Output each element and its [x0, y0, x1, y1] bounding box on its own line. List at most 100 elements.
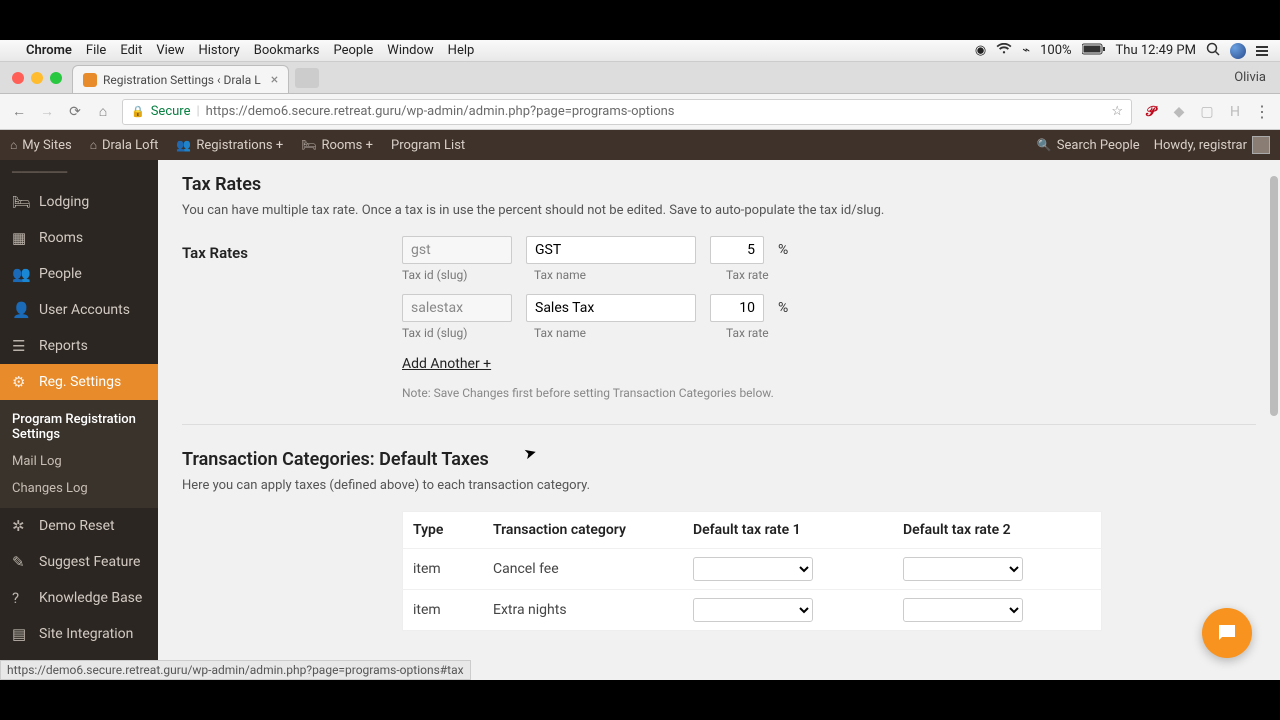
th-default-tax-1: Default tax rate 1 [693, 522, 903, 538]
rate-sublabel: Tax rate [726, 326, 788, 340]
sidebar-item-demo-reset[interactable]: ✲Demo Reset [0, 508, 158, 544]
chat-icon [1215, 621, 1239, 645]
name-sublabel: Tax name [534, 268, 712, 282]
lock-icon: 🔒 [131, 105, 145, 118]
browser-status-bar: https://demo6.secure.retreat.guru/wp-adm… [0, 660, 471, 680]
user-menulet-icon[interactable] [1230, 43, 1246, 59]
menu-window[interactable]: Window [387, 43, 433, 58]
menu-bookmarks[interactable]: Bookmarks [254, 43, 320, 58]
menu-help[interactable]: Help [448, 43, 475, 58]
tax-rates-heading: Tax Rates [182, 174, 1256, 195]
menu-file[interactable]: File [86, 43, 106, 58]
forward-button[interactable]: → [38, 103, 56, 120]
sidebar-item-truncated[interactable]: ────── [0, 160, 158, 184]
tax-name-input[interactable] [526, 294, 696, 322]
bed-icon: 🛏 [12, 193, 30, 211]
sidebar-item-rooms[interactable]: ▦Rooms [0, 220, 158, 256]
minimize-window-button[interactable] [31, 72, 43, 84]
sidebar-item-suggest-feature[interactable]: ✎Suggest Feature [0, 544, 158, 580]
cell-type: item [413, 561, 493, 577]
sidebar-item-people[interactable]: 👥People [0, 256, 158, 292]
divider [182, 424, 1256, 425]
battery-icon [1082, 43, 1106, 59]
browser-tab[interactable]: Registration Settings ‹ Drala L × [72, 65, 289, 93]
home-icon: ⌂ [10, 138, 17, 152]
screen-record-icon[interactable]: ◉ [975, 43, 986, 58]
menu-history[interactable]: History [198, 43, 239, 58]
my-sites-menu[interactable]: ⌂My Sites [10, 138, 72, 153]
menu-view[interactable]: View [156, 43, 184, 58]
extension-icon-3[interactable]: H [1226, 103, 1244, 121]
sidebar-sub-mail-log[interactable]: Mail Log [0, 448, 158, 475]
sidebar-item-knowledge-base[interactable]: ?Knowledge Base [0, 580, 158, 616]
tab-title: Registration Settings ‹ Drala L [103, 73, 261, 87]
pencil-icon: ✎ [12, 553, 30, 571]
home-button[interactable]: ⌂ [94, 103, 112, 120]
program-list-link[interactable]: Program List [391, 138, 465, 153]
transaction-categories-table: Type Transaction category Default tax ra… [402, 511, 1102, 631]
add-another-tax-button[interactable]: Add Another + [402, 356, 491, 372]
grid-icon: ▦ [12, 229, 30, 247]
back-button[interactable]: ← [10, 103, 28, 120]
tax-rate-input[interactable] [710, 236, 764, 264]
cell-category: Extra nights [493, 602, 693, 618]
close-window-button[interactable] [12, 72, 24, 84]
airplay-icon[interactable]: ⌁ [1022, 43, 1030, 58]
people-icon: 👥 [176, 138, 191, 152]
default-tax-1-select[interactable] [693, 598, 813, 622]
new-tab-button[interactable] [295, 68, 319, 88]
chrome-menu-icon[interactable]: ⋮ [1254, 102, 1270, 121]
sidebar-item-reg-settings[interactable]: ⚙Reg. Settings [0, 364, 158, 400]
app-name[interactable]: Chrome [26, 43, 72, 58]
close-tab-icon[interactable]: × [271, 72, 278, 88]
maximize-window-button[interactable] [50, 72, 62, 84]
chrome-profile-name[interactable]: Olivia [1234, 70, 1266, 85]
default-tax-1-select[interactable] [693, 557, 813, 581]
tax-name-input[interactable] [526, 236, 696, 264]
sidebar-submenu: Program Registration Settings Mail Log C… [0, 400, 158, 508]
howdy-user[interactable]: Howdy, registrar [1154, 136, 1270, 154]
extension-icon-2[interactable]: ▢ [1198, 103, 1216, 121]
tax-rates-label: Tax Rates [182, 236, 402, 400]
default-tax-2-select[interactable] [903, 598, 1023, 622]
pinterest-extension-icon[interactable]: 𝒫 [1142, 103, 1160, 121]
scrollbar[interactable] [1270, 176, 1278, 416]
rate-sublabel: Tax rate [726, 268, 788, 282]
rooms-menu[interactable]: 🛏Rooms + [301, 138, 373, 153]
tax-rate-input[interactable] [710, 294, 764, 322]
address-bar[interactable]: 🔒 Secure | https://demo6.secure.retreat.… [122, 99, 1132, 125]
main-content: Tax Rates You can have multiple tax rate… [158, 160, 1280, 680]
notification-center-icon[interactable] [1256, 46, 1268, 56]
menu-edit[interactable]: Edit [120, 43, 142, 58]
home-icon: ⌂ [90, 138, 97, 152]
secure-label: Secure [151, 104, 191, 119]
bookmark-star-icon[interactable]: ☆ [1111, 104, 1123, 119]
url-text: https://demo6.secure.retreat.guru/wp-adm… [206, 104, 675, 119]
percent-symbol: % [778, 242, 788, 258]
site-name-menu[interactable]: ⌂Drala Loft [90, 138, 159, 153]
window-controls [12, 72, 62, 84]
spotlight-icon[interactable] [1206, 42, 1220, 60]
registrations-menu[interactable]: 👥Registrations + [176, 138, 283, 153]
th-default-tax-2: Default tax rate 2 [903, 522, 1113, 538]
gear-icon: ✲ [12, 517, 30, 535]
tax-slug-input[interactable] [402, 236, 512, 264]
slug-sublabel: Tax id (slug) [402, 326, 520, 340]
sidebar-item-lodging[interactable]: 🛏Lodging [0, 184, 158, 220]
sidebar-sub-changes-log[interactable]: Changes Log [0, 475, 158, 502]
people-icon: 👥 [12, 265, 30, 283]
search-people[interactable]: 🔍Search People [1037, 138, 1140, 153]
intercom-chat-button[interactable] [1202, 608, 1252, 658]
avatar [1252, 136, 1270, 154]
menu-people[interactable]: People [334, 43, 374, 58]
clock[interactable]: Thu 12:49 PM [1116, 43, 1196, 58]
extension-icon[interactable]: ◆ [1170, 103, 1188, 121]
tax-slug-input[interactable] [402, 294, 512, 322]
sidebar-item-user-accounts[interactable]: 👤User Accounts [0, 292, 158, 328]
sidebar-item-site-integration[interactable]: ▤Site Integration [0, 616, 158, 652]
default-tax-2-select[interactable] [903, 557, 1023, 581]
sidebar-item-reports[interactable]: ☰Reports [0, 328, 158, 364]
sidebar-sub-program-reg-settings[interactable]: Program Registration Settings [0, 406, 158, 448]
reload-button[interactable]: ⟳ [66, 104, 84, 120]
wifi-icon[interactable] [996, 43, 1012, 59]
